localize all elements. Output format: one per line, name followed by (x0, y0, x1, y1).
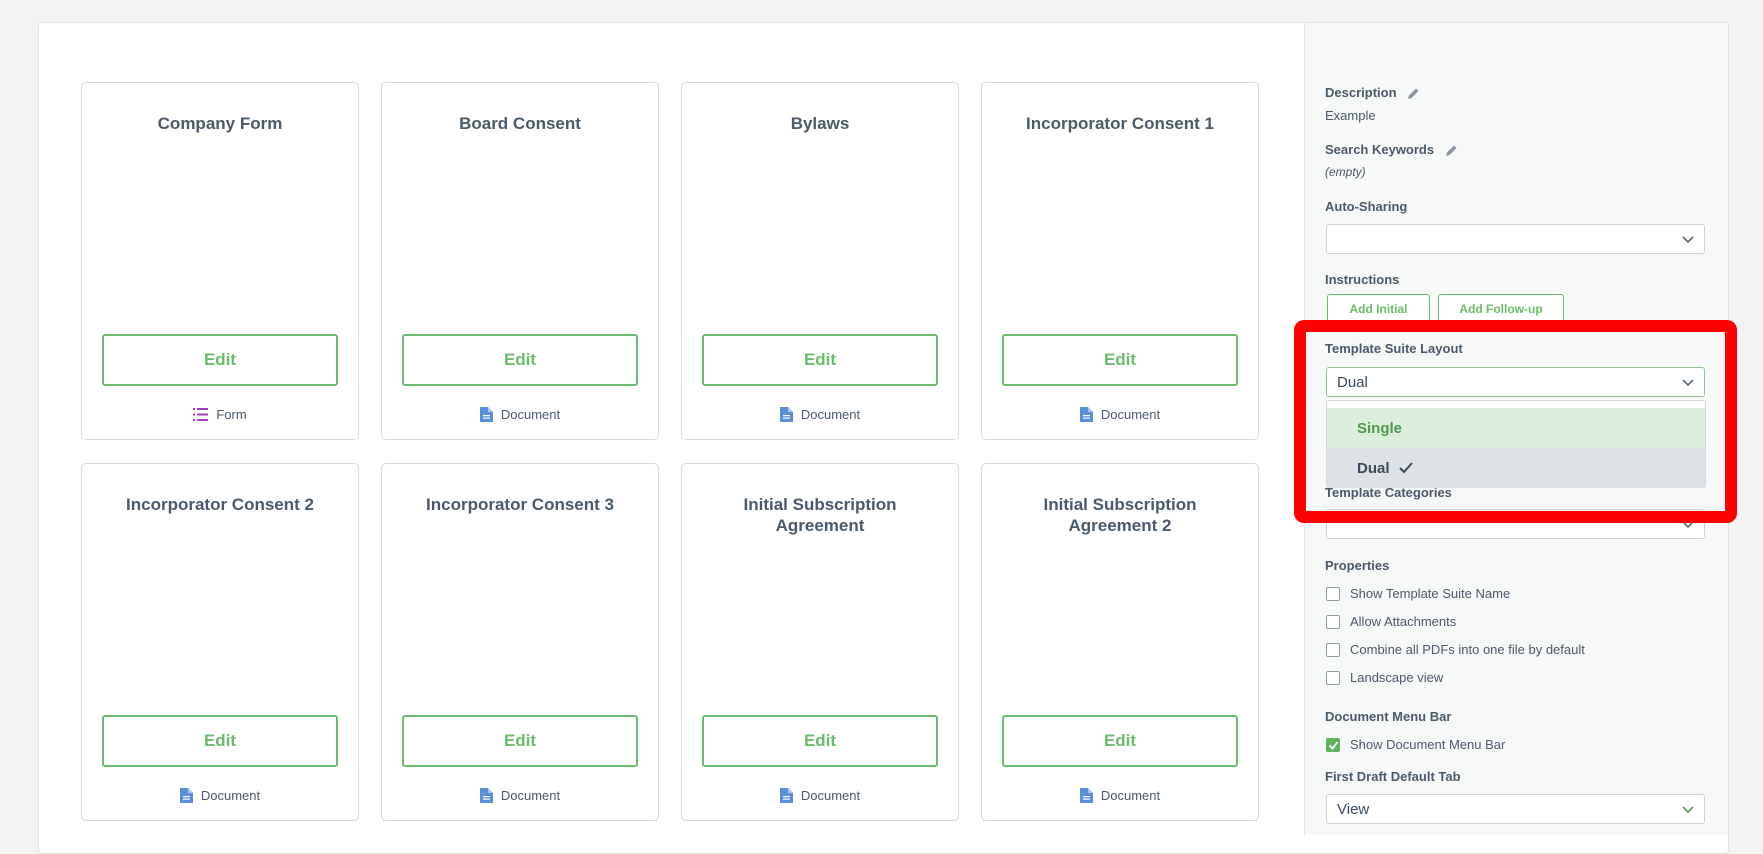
template-card: Company Form Edit Form (81, 82, 359, 440)
card-type: Document (682, 788, 958, 803)
template-card: Board Consent Edit Document (381, 82, 659, 440)
checkbox[interactable] (1326, 642, 1340, 657)
description-label: Description (1325, 85, 1397, 100)
checkbox-label: Combine all PDFs into one file by defaul… (1350, 642, 1585, 657)
checkbox[interactable] (1326, 586, 1340, 601)
pencil-icon[interactable] (1406, 87, 1420, 101)
edit-button[interactable]: Edit (402, 715, 638, 767)
card-type-label: Document (500, 407, 561, 422)
card-type: Document (982, 788, 1258, 803)
first-draft-select[interactable]: View (1326, 794, 1705, 824)
card-title: Incorporator Consent 2 (126, 495, 314, 514)
checkmark-icon (1328, 740, 1339, 750)
card-title: Bylaws (790, 114, 850, 133)
keywords-section: Search Keywords (1325, 142, 1458, 158)
template-card: Incorporator Consent 3 Edit Document (381, 463, 659, 821)
document-icon (1079, 788, 1093, 803)
template-card: Bylaws Edit Document (681, 82, 959, 440)
document-icon (479, 407, 493, 422)
show-document-menu-bar[interactable]: Show Document Menu Bar (1326, 737, 1505, 752)
checkbox-label: Show Template Suite Name (1350, 586, 1511, 601)
checkbox[interactable] (1326, 670, 1340, 685)
card-type-label: Document (500, 788, 561, 803)
chevron-down-icon (1682, 806, 1694, 814)
edit-button[interactable]: Edit (102, 715, 338, 767)
description-section: Description (1325, 85, 1420, 101)
chevron-down-icon (1682, 236, 1694, 244)
form-list-icon (193, 408, 209, 421)
card-type: Document (82, 788, 358, 803)
property-combine-pdfs[interactable]: Combine all PDFs into one file by defaul… (1326, 642, 1585, 657)
description-value: Example (1325, 108, 1376, 123)
menu-bar-label: Document Menu Bar (1325, 709, 1452, 724)
highlight-box (1294, 320, 1737, 523)
property-show-suite-name[interactable]: Show Template Suite Name (1326, 586, 1510, 601)
first-draft-label: First Draft Default Tab (1325, 769, 1461, 784)
auto-sharing-select[interactable] (1326, 224, 1705, 254)
instructions-label: Instructions (1325, 272, 1400, 287)
document-icon (779, 788, 793, 803)
first-draft-value: View (1337, 800, 1370, 818)
card-type: Form (82, 407, 358, 422)
card-type: Document (382, 788, 658, 803)
properties-label: Properties (1325, 558, 1390, 573)
template-card: Incorporator Consent 2 Edit Document (81, 463, 359, 821)
card-title: Initial Subscription Agreement 2 (1043, 495, 1197, 535)
template-card: Initial Subscription Agreement Edit Docu… (681, 463, 959, 821)
card-title: Incorporator Consent 1 (1026, 114, 1214, 133)
card-type-label: Document (800, 788, 861, 803)
card-type-label: Document (800, 407, 861, 422)
card-type: Document (682, 407, 958, 422)
document-icon (1079, 407, 1093, 422)
edit-button[interactable]: Edit (702, 334, 938, 386)
card-type: Document (982, 407, 1258, 422)
template-card: Initial Subscription Agreement 2 Edit Do… (981, 463, 1259, 821)
property-allow-attachments[interactable]: Allow Attachments (1326, 614, 1456, 629)
checkbox-label: Allow Attachments (1350, 614, 1457, 629)
checkbox[interactable] (1326, 614, 1340, 629)
card-title: Initial Subscription Agreement (743, 495, 897, 535)
document-icon (479, 788, 493, 803)
document-icon (779, 407, 793, 422)
keywords-value: (empty) (1325, 165, 1366, 179)
auto-sharing-label: Auto-Sharing (1325, 199, 1408, 214)
property-landscape-view[interactable]: Landscape view (1326, 670, 1443, 685)
card-title: Company Form (157, 114, 283, 133)
checkbox-checked[interactable] (1326, 737, 1340, 752)
document-icon (179, 788, 193, 803)
card-type-label: Document (200, 788, 261, 803)
card-type-label: Document (1100, 788, 1161, 803)
keywords-label: Search Keywords (1325, 142, 1435, 157)
edit-button[interactable]: Edit (1002, 334, 1238, 386)
card-type-label: Document (1100, 407, 1161, 422)
card-type: Document (382, 407, 658, 422)
template-card: Incorporator Consent 1 Edit Document (981, 82, 1259, 440)
edit-button[interactable]: Edit (1002, 715, 1238, 767)
checkbox-label: Landscape view (1350, 670, 1444, 685)
card-title: Incorporator Consent 3 (426, 495, 614, 514)
pencil-icon[interactable] (1444, 144, 1458, 158)
edit-button[interactable]: Edit (102, 334, 338, 386)
card-type-label: Form (216, 407, 247, 422)
card-title: Board Consent (459, 114, 581, 133)
edit-button[interactable]: Edit (402, 334, 638, 386)
edit-button[interactable]: Edit (702, 715, 938, 767)
checkbox-label: Show Document Menu Bar (1350, 737, 1506, 752)
